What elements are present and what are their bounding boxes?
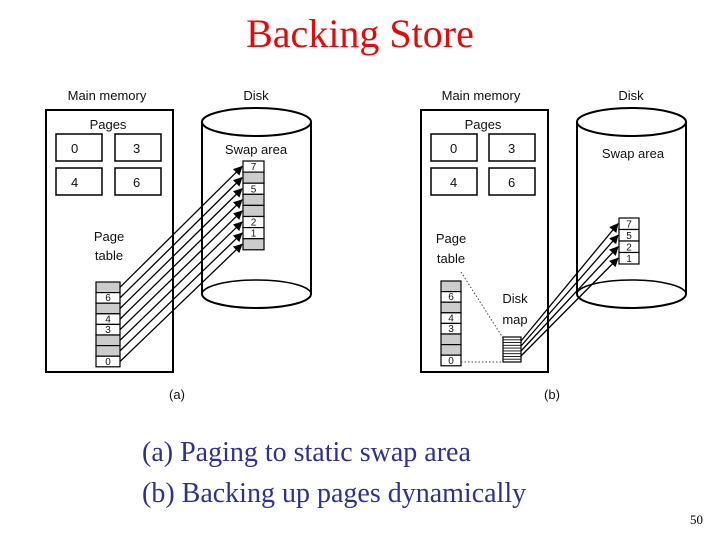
swap-a-slot-label: 2 — [251, 218, 257, 229]
page-frame-a-3: 6 — [114, 167, 162, 196]
swap-a-slot — [242, 204, 265, 218]
page-table-label-a-1: Page — [94, 229, 124, 244]
page-table-a-slot — [95, 281, 121, 294]
page-frame-b-2: 4 — [430, 167, 478, 196]
swap-a-slot: 5 — [242, 182, 265, 195]
disk-map-box — [502, 336, 522, 363]
disk-label-b: Disk — [618, 88, 644, 103]
swap-a-slot-label: 7 — [251, 162, 257, 173]
page-frame-label: 6 — [508, 175, 515, 190]
disk-map-label-1: Disk — [502, 291, 528, 306]
disk-cylinder-b — [576, 107, 687, 309]
page-frame-b-3: 6 — [488, 167, 536, 196]
swap-a-slot — [242, 193, 265, 207]
page-frame-label: 6 — [133, 175, 140, 190]
page-table-a-slot-label: 4 — [105, 314, 111, 325]
swap-a-slot-label: 5 — [251, 184, 257, 195]
disk-map — [502, 336, 522, 363]
page-table-b-slot-label: 4 — [448, 313, 454, 324]
swap-b-slot: 5 — [618, 228, 640, 242]
pages-label-a: Pages — [90, 117, 127, 132]
page-table-b-slot — [440, 344, 462, 356]
swap-a-slot — [242, 171, 265, 184]
page-table-b-slot-label: 0 — [448, 356, 454, 367]
page-frame-a-2: 4 — [55, 167, 103, 196]
page-table-b-slot: 3 — [440, 322, 462, 335]
swap-area-label-a: Swap area — [225, 142, 288, 157]
swap-a-slot: 2 — [242, 215, 265, 229]
caption-b: (b) Backing up pages dynamically — [142, 478, 527, 509]
page-frame-label: 0 — [450, 141, 457, 156]
page-table-a-slot: 4 — [95, 313, 121, 325]
slide-number: 50 — [690, 512, 703, 527]
swap-b-slot-label: 7 — [626, 220, 632, 231]
page-frame-label: 4 — [450, 175, 457, 190]
swap-b-slot-label: 1 — [626, 254, 632, 265]
page-frame-b-1: 3 — [488, 133, 536, 162]
diagram-a: Main memory Disk Pages 0 3 4 6 Page tabl… — [45, 88, 312, 402]
page-table-a-slot — [95, 302, 121, 315]
page-table-b-slot — [440, 301, 462, 314]
page-table-label-b-1: Page — [436, 231, 466, 246]
main-memory-label-b: Main memory — [442, 88, 521, 103]
page-table-b-slot-label: 3 — [448, 324, 454, 335]
swap-a-slot — [242, 238, 265, 251]
page-table-a: 6 43 0 — [95, 281, 121, 368]
page-table-b-slot — [440, 280, 462, 293]
diagram-b: Main memory Disk Pages 0 3 4 6 Page tabl… — [420, 88, 687, 402]
swap-area-a: 7 5 21 — [242, 160, 265, 251]
swap-area-label-b: Swap area — [602, 146, 665, 161]
page-frame-a-0: 0 — [55, 133, 103, 162]
swap-a-slot: 1 — [242, 227, 265, 240]
swap-a-slot: 7 — [242, 160, 265, 173]
main-memory-label-a: Main memory — [68, 88, 147, 103]
page-table-label-a-2: table — [95, 248, 123, 263]
swap-b-slot: 1 — [618, 251, 640, 265]
swap-b-slot-label: 5 — [626, 231, 632, 242]
page-frame-label: 4 — [71, 175, 78, 190]
page-table-b: 6 43 0 — [440, 280, 462, 367]
page-table-a-slot — [95, 334, 121, 347]
page-table-b-slot: 4 — [440, 312, 462, 324]
page-table-a-slot — [95, 345, 121, 357]
page-frame-label: 3 — [133, 141, 140, 156]
page-table-a-slot-label: 6 — [105, 293, 111, 304]
page-table-a-slot: 6 — [95, 292, 121, 304]
diagram-label-b: (b) — [544, 387, 560, 402]
page-table-a-slot: 3 — [95, 323, 121, 336]
swap-b-slot: 7 — [618, 217, 640, 231]
page-table-a-slot-label: 0 — [105, 357, 111, 368]
swap-b-slot: 2 — [618, 240, 640, 254]
page-table-b-slot-label: 6 — [448, 292, 454, 303]
page-table-a-slot-label: 3 — [105, 325, 111, 336]
caption-a: (a) Paging to static swap area — [142, 437, 471, 468]
page-table-label-b-2: table — [437, 251, 465, 266]
page-table-a-slot: 0 — [95, 355, 121, 368]
page-frame-label: 3 — [508, 141, 515, 156]
swap-area-b: 7521 — [618, 217, 640, 265]
swap-b-slot-label: 2 — [626, 243, 632, 254]
swap-a-slot-label: 1 — [251, 229, 257, 240]
page-table-b-slot: 0 — [440, 354, 462, 367]
page-table-b-slot: 6 — [440, 291, 462, 303]
diagram-label-a: (a) — [169, 387, 185, 402]
page-table-b-slot — [440, 333, 462, 346]
pages-label-b: Pages — [465, 117, 502, 132]
page-frame-a-1: 3 — [114, 133, 162, 162]
disk-label-a: Disk — [243, 88, 269, 103]
page-frame-label: 0 — [71, 141, 78, 156]
page-frame-b-0: 0 — [430, 133, 478, 162]
disk-map-label-2: map — [502, 312, 527, 327]
